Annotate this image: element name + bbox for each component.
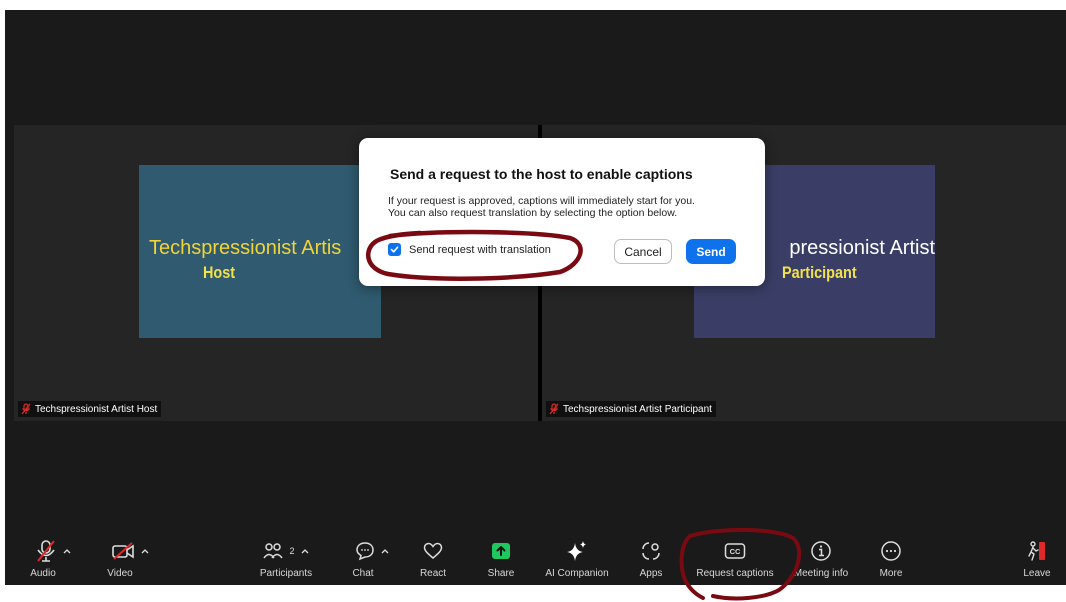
more-icon bbox=[881, 541, 901, 561]
apps-label: Apps bbox=[639, 568, 663, 579]
host-card-name: Techspressionist Artis bbox=[149, 237, 342, 259]
chevron-up-icon[interactable] bbox=[141, 548, 149, 554]
mic-muted-icon bbox=[37, 540, 55, 562]
ai-companion-button[interactable]: AI Companion bbox=[537, 537, 617, 585]
dialog-title: Send a request to the host to enable cap… bbox=[390, 166, 693, 182]
participants-icon bbox=[263, 543, 284, 559]
heart-icon bbox=[423, 542, 443, 559]
participants-button[interactable]: 2 Participants bbox=[246, 537, 326, 585]
react-label: React bbox=[419, 568, 447, 579]
share-screen-icon bbox=[492, 543, 510, 559]
chat-icon bbox=[356, 542, 374, 561]
request-captions-label: Request captions bbox=[696, 568, 774, 579]
host-video-feed: Techspressionist Artis Host bbox=[139, 165, 381, 338]
meeting-info-label: Meeting info bbox=[793, 568, 849, 579]
video-button[interactable]: Video bbox=[100, 537, 160, 585]
participant-name-label: Techspressionist Artist Participant bbox=[546, 401, 716, 417]
chat-label: Chat bbox=[352, 568, 374, 579]
chevron-up-icon[interactable] bbox=[381, 548, 389, 554]
apps-button[interactable]: Apps bbox=[631, 537, 671, 585]
ai-companion-label: AI Companion bbox=[545, 568, 609, 579]
participants-count: 2 bbox=[289, 546, 295, 556]
chevron-up-icon[interactable] bbox=[301, 548, 309, 554]
request-captions-button[interactable]: CC Request captions bbox=[689, 537, 781, 585]
more-button[interactable]: More bbox=[871, 537, 911, 585]
react-button[interactable]: React bbox=[413, 537, 453, 585]
meeting-window: Techspressionist Artis Host Techspressio… bbox=[5, 10, 1066, 585]
dialog-body-line-2: You can also request translation by sele… bbox=[388, 207, 678, 219]
translation-checkbox-label[interactable]: Send request with translation bbox=[409, 244, 551, 256]
leave-button[interactable]: Leave bbox=[1017, 537, 1057, 585]
video-off-icon bbox=[112, 542, 134, 560]
closed-captions-icon: CC bbox=[724, 543, 746, 559]
share-label: Share bbox=[487, 568, 515, 579]
host-name-text: Techspressionist Artist Host bbox=[35, 403, 158, 415]
translation-checkbox[interactable] bbox=[388, 243, 401, 256]
audio-label: Audio bbox=[30, 568, 56, 579]
chat-button[interactable]: Chat bbox=[342, 537, 402, 585]
host-name-label: Techspressionist Artist Host bbox=[18, 401, 162, 417]
participant-card-role: Participant bbox=[782, 263, 857, 282]
mic-muted-icon bbox=[549, 403, 559, 415]
leave-label: Leave bbox=[1023, 568, 1051, 579]
participant-card-name: pressionist Artist bbox=[789, 237, 935, 259]
meeting-info-button[interactable]: Meeting info bbox=[786, 537, 856, 585]
participant-name-text: Techspressionist Artist Participant bbox=[563, 403, 712, 415]
info-icon bbox=[811, 541, 831, 561]
svg-text:CC: CC bbox=[730, 547, 741, 556]
chevron-up-icon[interactable] bbox=[63, 548, 71, 554]
more-label: More bbox=[879, 568, 903, 579]
video-label: Video bbox=[107, 568, 133, 579]
checkmark-icon bbox=[390, 246, 399, 253]
translation-checkbox-row[interactable]: Send request with translation bbox=[388, 243, 551, 256]
host-card-role: Host bbox=[203, 263, 236, 282]
dialog-body: If your request is approved, captions wi… bbox=[388, 195, 748, 219]
audio-button[interactable]: Audio bbox=[23, 537, 83, 585]
mic-muted-icon bbox=[21, 403, 31, 415]
participants-label: Participants bbox=[259, 568, 313, 579]
apps-icon bbox=[642, 542, 660, 560]
sparkle-icon bbox=[567, 541, 586, 561]
cancel-button[interactable]: Cancel bbox=[614, 239, 672, 264]
share-button[interactable]: Share bbox=[481, 537, 521, 585]
leave-icon bbox=[1028, 541, 1045, 561]
send-button[interactable]: Send bbox=[686, 239, 736, 264]
dialog-body-line-1: If your request is approved, captions wi… bbox=[388, 195, 695, 207]
caption-request-dialog: Send a request to the host to enable cap… bbox=[359, 138, 765, 286]
